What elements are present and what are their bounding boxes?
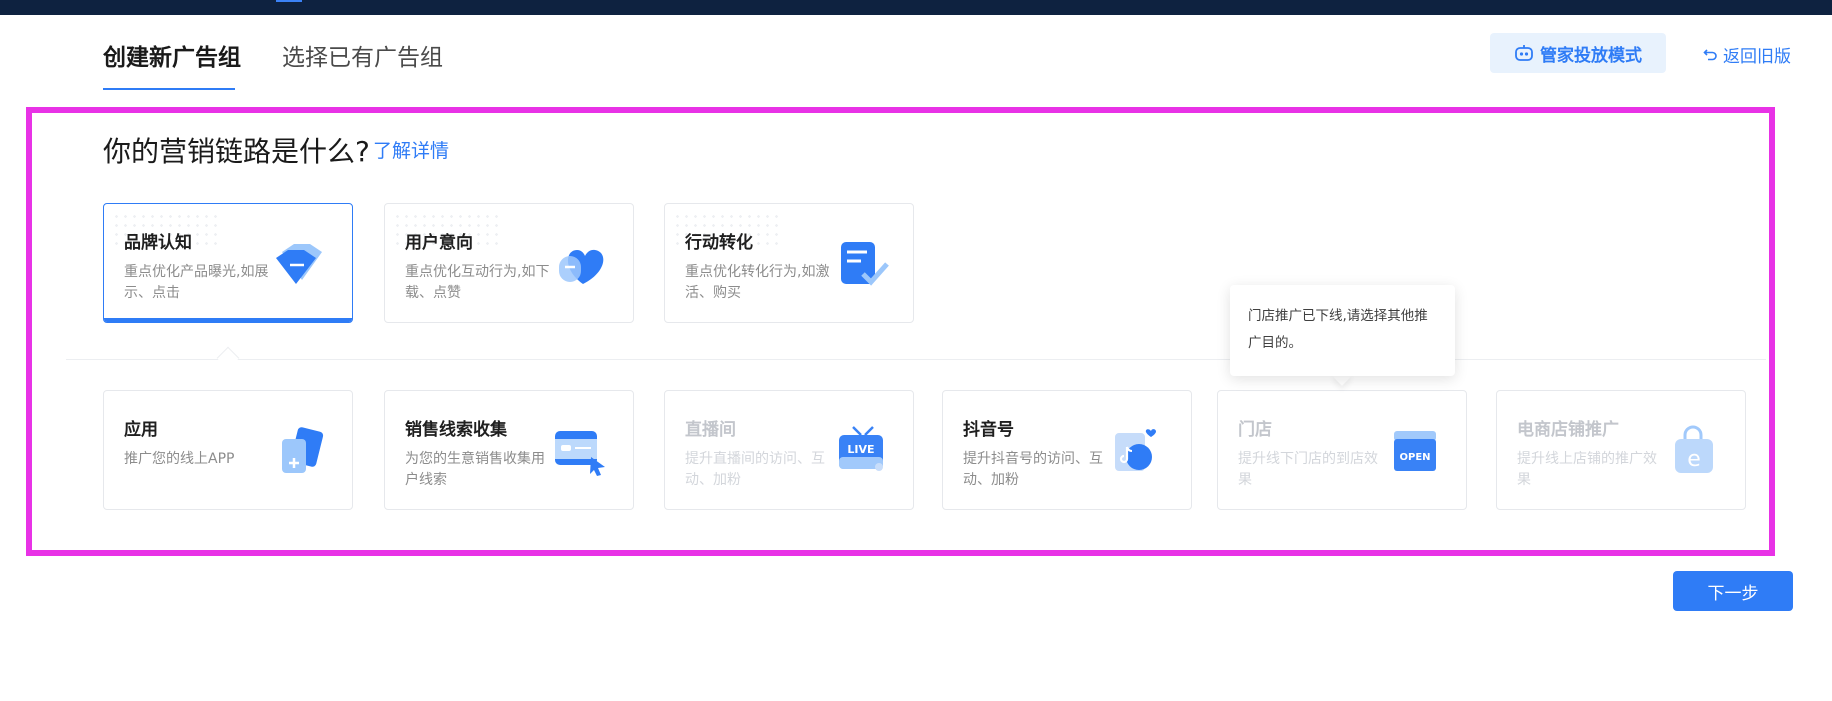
top-navigation-bar	[0, 0, 1832, 15]
card-description: 为您的生意销售收集用户线索	[405, 451, 545, 488]
card-title: 行动转化	[685, 233, 753, 253]
target-card-sales-leads[interactable]: 销售线索收集 为您的生意销售收集用户线索	[384, 390, 634, 510]
card-description: 提升线下门店的到店效果	[1238, 451, 1378, 488]
target-card-douyin-account[interactable]: 抖音号 提升抖音号的访问、互动、加粉	[942, 390, 1192, 510]
heart-user-icon	[559, 249, 604, 284]
tab-select-existing-adgroup[interactable]: 选择已有广告组	[282, 38, 443, 72]
diamond-icon	[276, 244, 322, 284]
card-title: 直播间	[685, 420, 736, 440]
open-store-icon: OPEN	[1394, 431, 1436, 471]
card-description: 重点优化转化行为,如激活、购买	[685, 264, 830, 301]
svg-text:LIVE: LIVE	[847, 443, 874, 456]
card-description: 重点优化互动行为,如下载、点赞	[405, 264, 550, 301]
svg-text:OPEN: OPEN	[1399, 452, 1430, 463]
marketing-chain-question: 你的营销链路是什么?	[103, 135, 370, 168]
store-offline-tooltip: 门店推广已下线,请选择其他推广目的。	[1230, 285, 1455, 376]
target-card-store[interactable]: 门店 提升线下门店的到店效果 OPEN	[1217, 390, 1467, 510]
card-title: 电商店铺推广	[1517, 420, 1619, 440]
manager-mode-label: 管家投放模式	[1540, 45, 1642, 66]
undo-icon	[1703, 49, 1717, 61]
manager-mode-button[interactable]: 管家投放模式	[1490, 33, 1666, 73]
back-label: 返回旧版	[1723, 47, 1791, 67]
chain-card-action-conversion[interactable]: 行动转化 重点优化转化行为,如激活、购买	[664, 203, 914, 323]
card-description: 重点优化产品曝光,如展示、点击	[124, 264, 269, 301]
card-title: 用户意向	[405, 233, 473, 253]
document-check-icon	[841, 242, 889, 286]
card-click-icon	[555, 431, 605, 476]
card-description: 提升抖音号的访问、互动、加粉	[963, 451, 1103, 488]
card-description: 提升线上店铺的推广效果	[1517, 451, 1657, 488]
active-tab-underline	[103, 88, 235, 90]
card-title: 门店	[1238, 420, 1272, 440]
target-card-live-room[interactable]: 直播间 提升直播间的访问、互动、加粉 LIVE	[664, 390, 914, 510]
back-to-old-version-link[interactable]: 返回旧版	[1703, 42, 1791, 67]
shop-bag-icon: e	[1675, 425, 1713, 473]
svg-text:e: e	[1687, 447, 1701, 472]
target-card-app[interactable]: 应用 推广您的线上APP	[103, 390, 353, 510]
target-card-ecommerce-store[interactable]: 电商店铺推广 提升线上店铺的推广效果 e	[1496, 390, 1746, 510]
section-divider	[66, 359, 1766, 360]
card-title: 销售线索收集	[405, 420, 507, 440]
app-add-icon	[282, 427, 324, 473]
chain-card-brand-awareness[interactable]: 品牌认知 重点优化产品曝光,如展示、点击	[103, 203, 353, 323]
card-description: 推广您的线上APP	[124, 451, 235, 467]
douyin-icon	[1115, 429, 1156, 471]
chain-card-user-intent[interactable]: 用户意向 重点优化互动行为,如下载、点赞	[384, 203, 634, 323]
card-description: 提升直播间的访问、互动、加粉	[685, 451, 825, 488]
card-title: 抖音号	[963, 420, 1014, 440]
tab-create-new-adgroup[interactable]: 创建新广告组	[103, 38, 241, 72]
card-title: 应用	[124, 420, 158, 440]
nav-indicator	[276, 0, 302, 2]
card-title: 品牌认知	[124, 233, 192, 253]
robot-icon	[1515, 45, 1533, 61]
live-tv-icon: LIVE	[839, 426, 883, 471]
next-step-button[interactable]: 下一步	[1673, 571, 1793, 611]
learn-more-link[interactable]: 了解详情	[373, 136, 449, 163]
